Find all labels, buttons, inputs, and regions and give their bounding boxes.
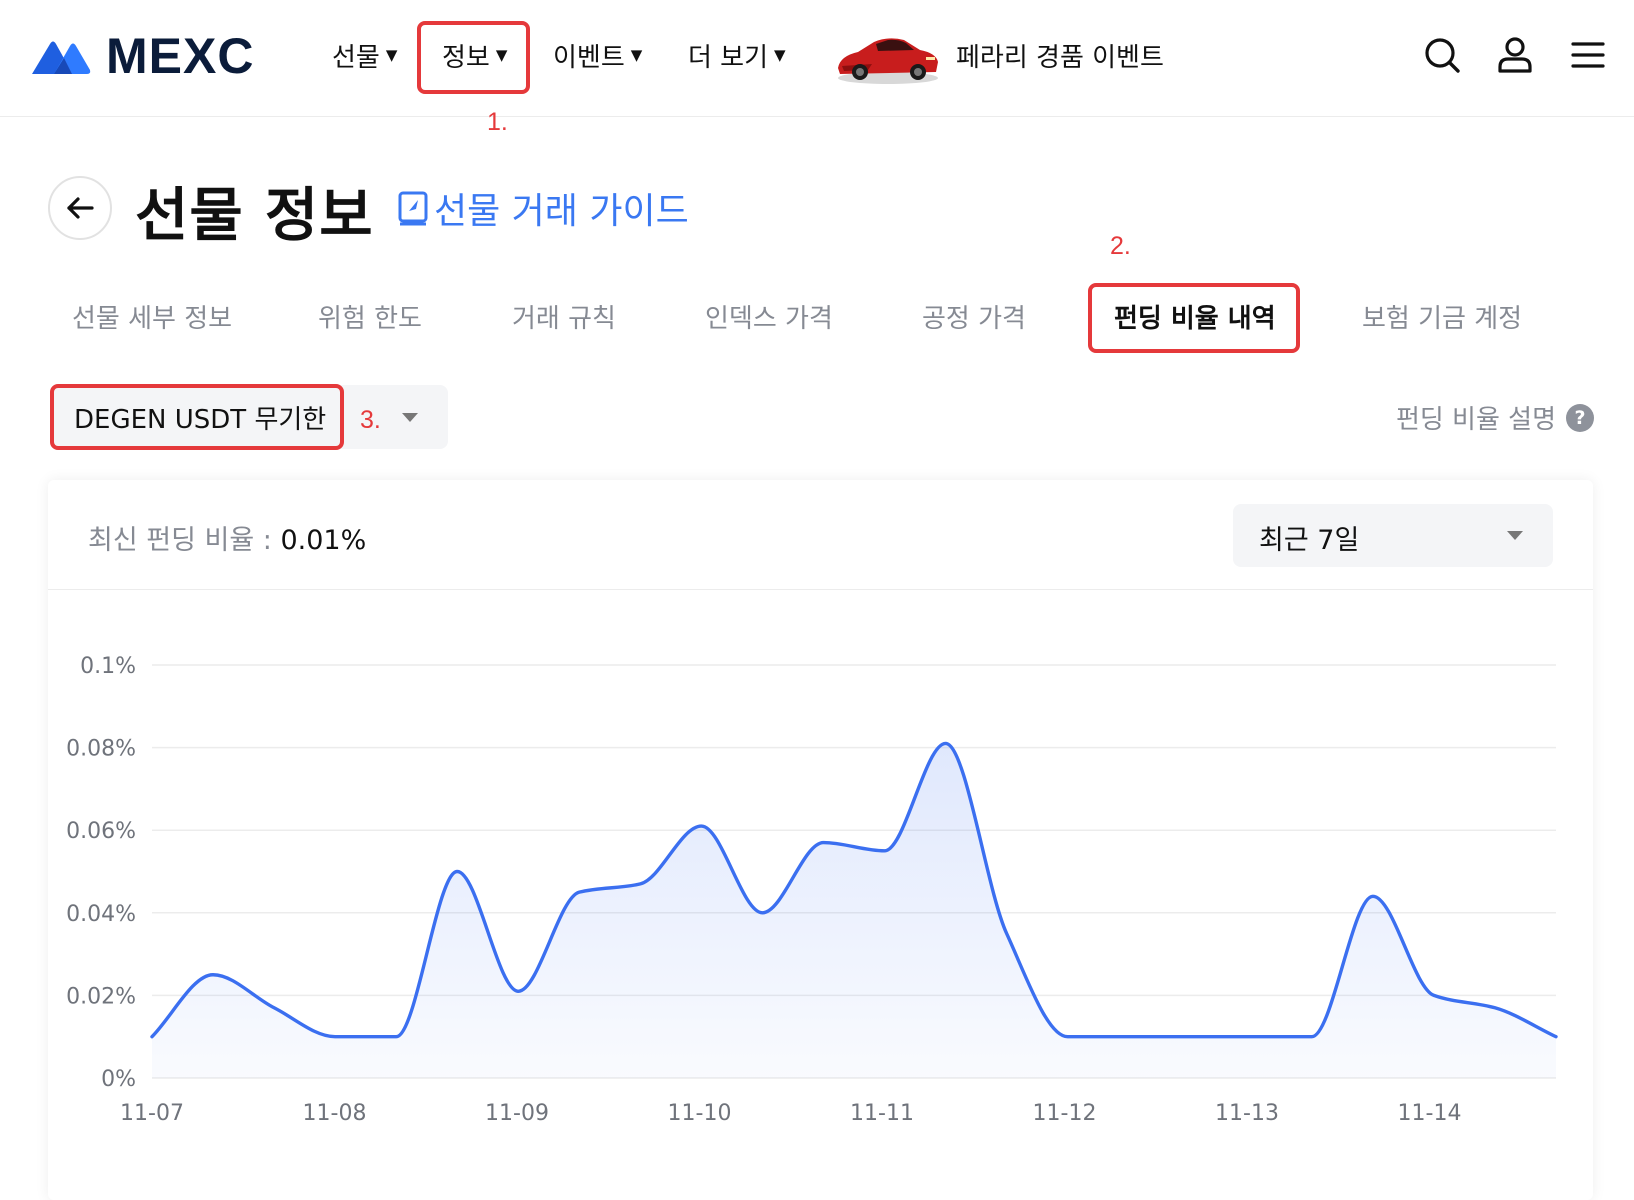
- question-icon: ?: [1566, 403, 1594, 432]
- y-tick-label: 0.04%: [66, 902, 136, 927]
- page-title: 선물 정보: [135, 181, 374, 249]
- search-icon[interactable]: [1422, 35, 1462, 75]
- caret-down-icon: ▼: [385, 46, 398, 64]
- tab-index-price[interactable]: 인덱스 가격: [705, 296, 833, 336]
- x-tick-label: 11-08: [303, 1101, 367, 1126]
- x-tick-label: 11-09: [485, 1101, 549, 1126]
- nav-futures-label: 선물: [332, 42, 380, 73]
- nav-more-label: 더 보기: [688, 42, 769, 73]
- latest-funding-rate-value: 0.01%: [280, 525, 367, 556]
- latest-funding-rate-label: 최신 펀딩 비율 :: [88, 525, 272, 556]
- back-button[interactable]: [48, 176, 112, 240]
- promo-ferrari-event[interactable]: 페라리 경품 이벤트: [956, 34, 1164, 76]
- time-range-value: 최근 7일: [1259, 525, 1360, 556]
- caret-down-icon: [1507, 531, 1523, 540]
- tab-insurance-fund[interactable]: 보험 기금 계정: [1362, 296, 1522, 336]
- nav-futures[interactable]: 선물 ▼: [332, 34, 397, 76]
- y-axis: 0.1% 0.08% 0.06% 0.04% 0.02% 0%: [66, 654, 136, 1092]
- futures-trading-guide-link[interactable]: 선물 거래 가이드: [396, 182, 689, 234]
- nav-more[interactable]: 더 보기 ▼: [688, 34, 786, 76]
- brand-wordmark: MEXC: [106, 28, 255, 84]
- x-tick-label: 11-11: [850, 1101, 914, 1126]
- caret-down-icon: ▼: [774, 46, 786, 64]
- y-tick-label: 0%: [101, 1067, 136, 1092]
- funding-explain-label: 펀딩 비율 설명: [1395, 405, 1556, 435]
- x-tick-label: 11-10: [668, 1101, 732, 1126]
- tab-futures-details[interactable]: 선물 세부 정보: [72, 296, 232, 336]
- guide-link-label: 선물 거래 가이드: [434, 191, 689, 232]
- guide-book-icon: [398, 191, 428, 226]
- tab-fair-price[interactable]: 공정 가격: [922, 296, 1026, 336]
- y-tick-label: 0.06%: [66, 819, 136, 844]
- top-header: MEXC 선물 ▼ 정보 ▼ 이벤트 ▼ 더 보기 ▼ 페라리 경품 이벤트: [0, 0, 1634, 117]
- caret-down-icon: ▼: [630, 46, 643, 64]
- funding-rate-card: 최신 펀딩 비율 : 0.01% 최근 7일 0.1% 0.08% 0.06% 0.0…: [48, 480, 1593, 1200]
- x-axis: 11-07 11-08 11-09 11-10 11-11 11-12 11-13 11-14: [120, 1101, 1461, 1126]
- nav-events[interactable]: 이벤트 ▼: [553, 34, 642, 76]
- arrow-left-icon: [67, 197, 94, 219]
- nav-events-label: 이벤트: [553, 42, 625, 73]
- annotation-box-2: [1088, 283, 1300, 353]
- annotation-number-2: 2.: [1110, 232, 1131, 260]
- mexc-logo[interactable]: MEXC: [30, 30, 254, 82]
- y-tick-label: 0.08%: [66, 737, 136, 762]
- x-tick-label: 11-13: [1215, 1101, 1279, 1126]
- time-range-select[interactable]: 최근 7일: [1233, 504, 1553, 567]
- funding-rate-chart: 0.1%0.08%0.06%0.04%0.02%0% 11-07 11-08 11-…: [66, 654, 1558, 1126]
- x-tick-label: 11-14: [1398, 1101, 1462, 1126]
- tab-trading-rules[interactable]: 거래 규칙: [512, 296, 616, 336]
- card-header: 최신 펀딩 비율 : 0.01% 최근 7일: [48, 480, 1593, 590]
- funding-rate-area: [152, 743, 1556, 1078]
- annotation-number-1: 1.: [487, 108, 508, 136]
- latest-funding-rate: 최신 펀딩 비율 : 0.01%: [88, 518, 366, 557]
- annotation-box-1: [417, 21, 530, 94]
- menu-icon[interactable]: [1568, 35, 1608, 75]
- funding-rate-explanation-link[interactable]: 펀딩 비율 설명 ?: [1396, 399, 1594, 436]
- caret-down-icon: [402, 413, 418, 422]
- annotation-box-3: [50, 384, 344, 450]
- y-tick-label: 0.1%: [80, 654, 136, 679]
- y-tick-label: 0.02%: [66, 984, 136, 1009]
- user-icon[interactable]: [1495, 35, 1535, 75]
- ferrari-car-icon[interactable]: [832, 30, 942, 86]
- tab-risk-limit[interactable]: 위험 한도: [318, 296, 422, 336]
- x-tick-label: 11-07: [120, 1101, 184, 1126]
- annotation-number-3: 3.: [360, 406, 381, 434]
- mexc-mountain-icon: [32, 41, 91, 74]
- x-tick-label: 11-12: [1033, 1101, 1097, 1126]
